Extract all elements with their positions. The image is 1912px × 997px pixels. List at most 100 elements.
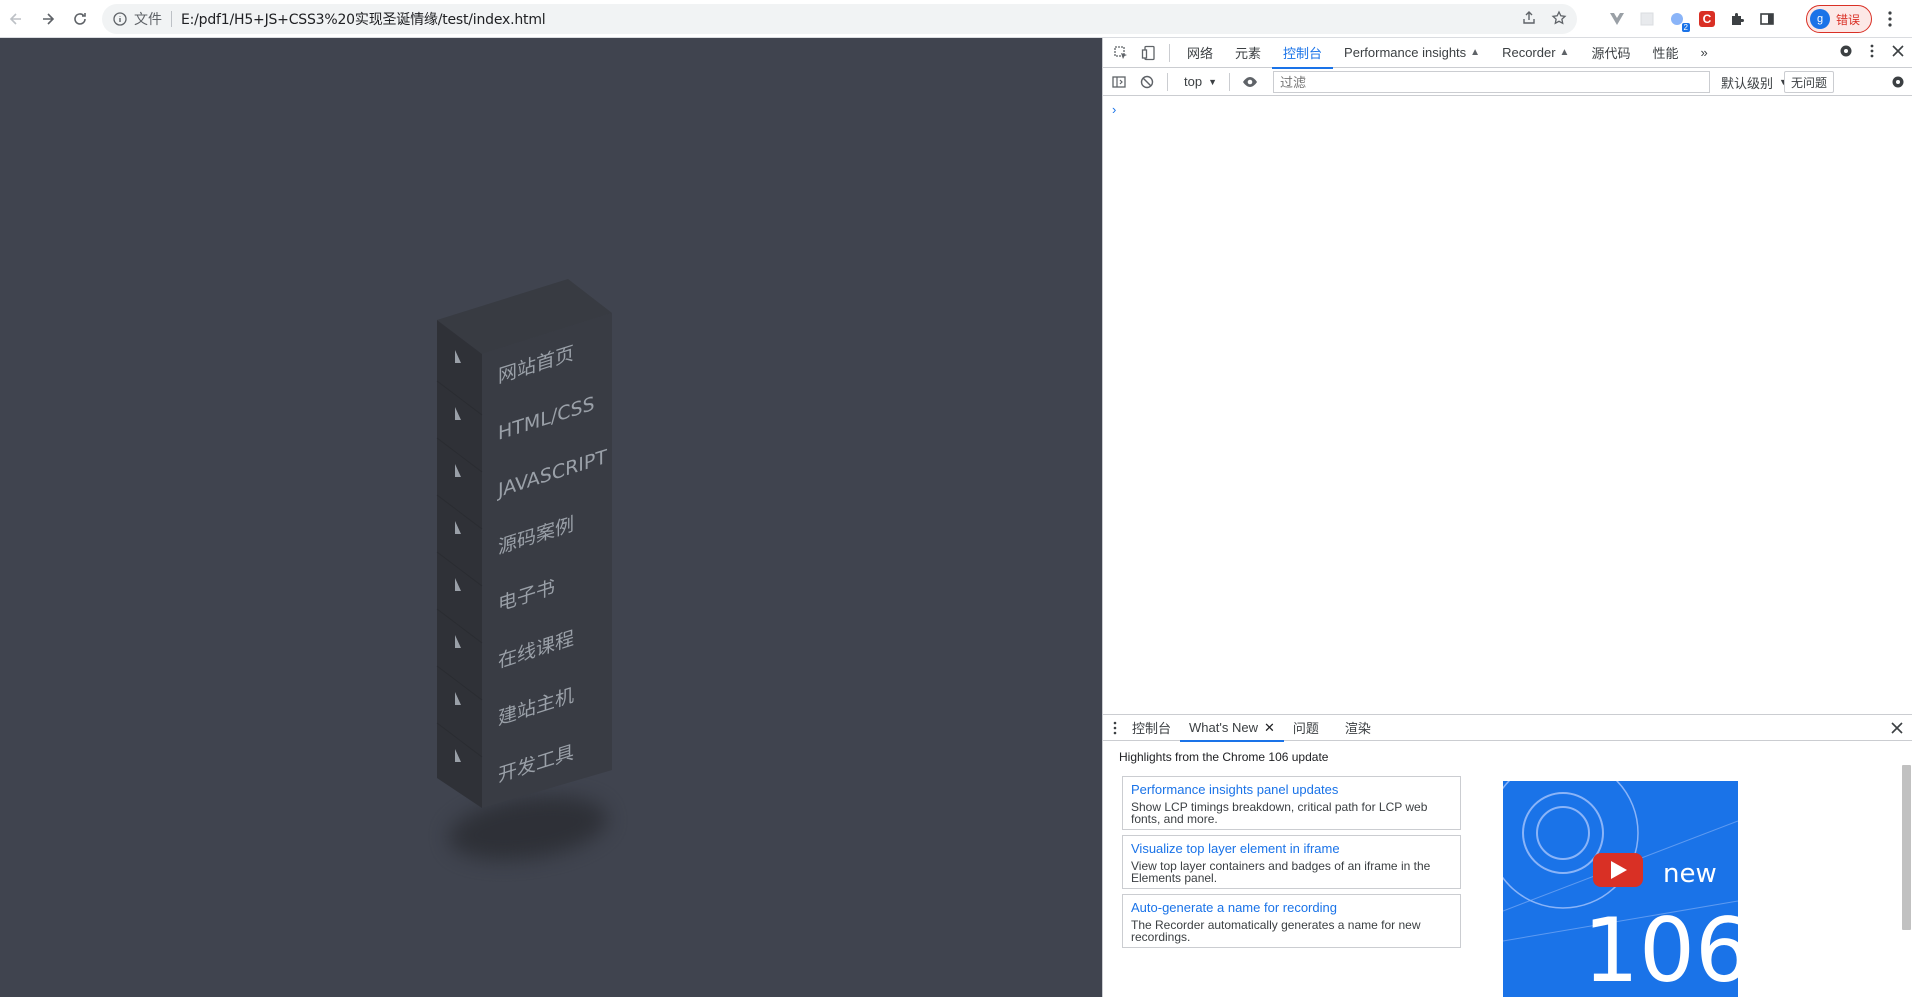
chrome-106-artwork: new 106	[1503, 781, 1738, 997]
live-expression-button[interactable]	[1236, 68, 1264, 96]
tab-performance[interactable]: 性能	[1641, 38, 1689, 68]
video-version-number: 106	[1583, 899, 1738, 997]
inspect-element-button[interactable]	[1107, 39, 1135, 67]
cursor-select-icon	[1114, 45, 1127, 59]
forward-button[interactable]	[34, 5, 62, 33]
devtools-drawer: 控制台 What's New ✕ 问题 渲染 Highlights from th…	[1103, 714, 1912, 997]
close-devtools-icon[interactable]	[1890, 43, 1906, 59]
avatar: g	[1810, 9, 1830, 29]
vue-devtools-icon[interactable]	[1608, 10, 1626, 28]
whats-new-video-thumbnail[interactable]: new 106	[1503, 781, 1738, 997]
console-divider	[1229, 72, 1230, 91]
tab-performance-insights[interactable]: Performance insights ▲	[1333, 38, 1491, 68]
address-bar[interactable]: 文件 E:/pdf1/H5+JS+CSS3%20实现圣诞情缘/test/inde…	[102, 4, 1577, 34]
file-label: 文件	[134, 11, 162, 27]
news-card[interactable]: Visualize top layer element in iframe Vi…	[1122, 835, 1461, 889]
news-list: Performance insights panel updates Show …	[1122, 776, 1461, 953]
news-title-link[interactable]: Visualize top layer element in iframe	[1131, 841, 1452, 857]
news-card[interactable]: Performance insights panel updates Show …	[1122, 776, 1461, 830]
experiment-flask-icon: ▲	[1470, 47, 1481, 58]
arrow-left-icon	[9, 12, 21, 25]
console-toolbar: top ▼ 默认级别 ▼ 无问题	[1103, 68, 1912, 96]
news-title-link[interactable]: Auto-generate a name for recording	[1131, 900, 1452, 916]
drawer-tab-rendering[interactable]: 渲染	[1336, 715, 1380, 741]
box-front-face	[482, 313, 612, 808]
drawer-menu-button[interactable]	[1103, 715, 1123, 741]
profile-status: 错误	[1836, 12, 1861, 27]
tab-label: Performance insights	[1344, 45, 1467, 60]
share-icon[interactable]	[1521, 10, 1537, 26]
reload-button[interactable]	[66, 5, 94, 33]
console-output[interactable]: ›	[1103, 97, 1912, 652]
video-new-word: new	[1663, 859, 1717, 889]
more-tabs-button[interactable]: »	[1689, 38, 1718, 68]
context-selector[interactable]: top ▼	[1178, 71, 1223, 93]
news-description: View top layer containers and badges of …	[1131, 859, 1431, 885]
tab-label: 元素	[1235, 46, 1262, 61]
close-drawer-icon[interactable]	[1889, 720, 1905, 736]
console-settings-gear-icon[interactable]	[1890, 74, 1906, 90]
omnibox-actions	[1521, 10, 1567, 26]
info-icon[interactable]	[112, 11, 128, 27]
log-level-value: 默认级别	[1721, 75, 1774, 91]
show-sidebar-button[interactable]	[1105, 68, 1133, 96]
profile-button[interactable]: g 错误	[1806, 5, 1872, 33]
menu-box-3d: 网站首页HTML/CSSJAVASCRIPT源码案例电子书在线课程建站主机开发工…	[436, 279, 612, 808]
browser-toolbar: 文件 E:/pdf1/H5+JS+CSS3%20实现圣诞情缘/test/inde…	[0, 0, 1912, 38]
tab-label: 控制台	[1283, 46, 1323, 61]
drawer-tab-issues[interactable]: 问题	[1284, 715, 1328, 741]
news-title-link[interactable]: Performance insights panel updates	[1131, 782, 1452, 798]
arrow-right-icon	[43, 12, 55, 25]
vertical-dots-icon	[1113, 721, 1117, 734]
log-level-selector[interactable]: 默认级别 ▼	[1721, 71, 1788, 93]
side-panel-icon[interactable]	[1758, 10, 1776, 28]
url-text[interactable]: E:/pdf1/H5+JS+CSS3%20实现圣诞情缘/test/index.h…	[181, 9, 546, 29]
page-viewport: 网站首页 HTML/CSS JAVASCRIPT 源码案例 电子书 在线课程 建站主机 开发工…	[0, 38, 1102, 997]
block-icon	[1140, 75, 1154, 88]
experiment-flask-icon: ▲	[1559, 47, 1570, 58]
drawer-tabbar: 控制台 What's New ✕ 问题 渲染	[1103, 715, 1912, 742]
tab-console[interactable]: 控制台	[1272, 38, 1334, 69]
close-tab-icon[interactable]: ✕	[1264, 720, 1275, 736]
tab-label: Recorder	[1502, 45, 1556, 60]
blank-extension-icon[interactable]	[1638, 10, 1656, 28]
tab-label: 源代码	[1591, 46, 1631, 61]
browser-menu-icon[interactable]	[1880, 9, 1900, 29]
console-filter-input[interactable]	[1273, 71, 1710, 93]
console-divider	[1167, 72, 1168, 91]
tab-label: 网络	[1187, 46, 1214, 61]
sidebar-toggle-icon	[1112, 75, 1126, 88]
tab-elements[interactable]: 元素	[1224, 38, 1272, 68]
drawer-tab-console[interactable]: 控制台	[1123, 715, 1180, 741]
drawer-tab-whats-new[interactable]: What's New ✕	[1180, 715, 1284, 742]
devtools-actions	[1838, 43, 1906, 59]
c-extension-icon[interactable]: C	[1698, 10, 1716, 28]
more-options-icon[interactable]	[1864, 43, 1880, 59]
devtools-tabbar: 网络 元素 控制台 Performance insights ▲ Recorder…	[1103, 38, 1912, 69]
reload-icon	[74, 12, 86, 25]
box-left-face	[437, 320, 482, 808]
back-button[interactable]	[2, 5, 30, 33]
news-card[interactable]: Auto-generate a name for recording The R…	[1122, 894, 1461, 948]
tab-network[interactable]: 网络	[1176, 38, 1224, 68]
issues-button[interactable]: 无问题	[1784, 71, 1835, 93]
extension-badge: 2	[1681, 23, 1690, 32]
devtools-divider	[1169, 43, 1170, 62]
eye-icon	[1243, 76, 1257, 87]
tab-recorder[interactable]: Recorder ▲	[1491, 38, 1580, 68]
settings-gear-icon[interactable]	[1838, 43, 1854, 59]
tab-sources[interactable]: 源代码	[1580, 38, 1641, 68]
device-toggle-button[interactable]	[1135, 39, 1163, 67]
devtools-panel: 网络 元素 控制台 Performance insights ▲ Recorder…	[1102, 38, 1912, 997]
extensions-area: 2 C	[1608, 4, 1776, 34]
tab-label: 控制台	[1132, 721, 1172, 736]
translate-extension-icon[interactable]: 2	[1668, 10, 1690, 32]
tab-label: 渲染	[1344, 721, 1371, 736]
puzzle-icon[interactable]	[1728, 10, 1746, 28]
tab-label: What's New	[1189, 720, 1258, 735]
star-icon[interactable]	[1551, 10, 1567, 26]
issues-label: 无问题	[1791, 75, 1828, 90]
news-description: The Recorder automatically generates a n…	[1131, 918, 1421, 944]
drawer-scrollbar[interactable]	[1902, 765, 1911, 930]
clear-console-button[interactable]	[1133, 68, 1161, 96]
